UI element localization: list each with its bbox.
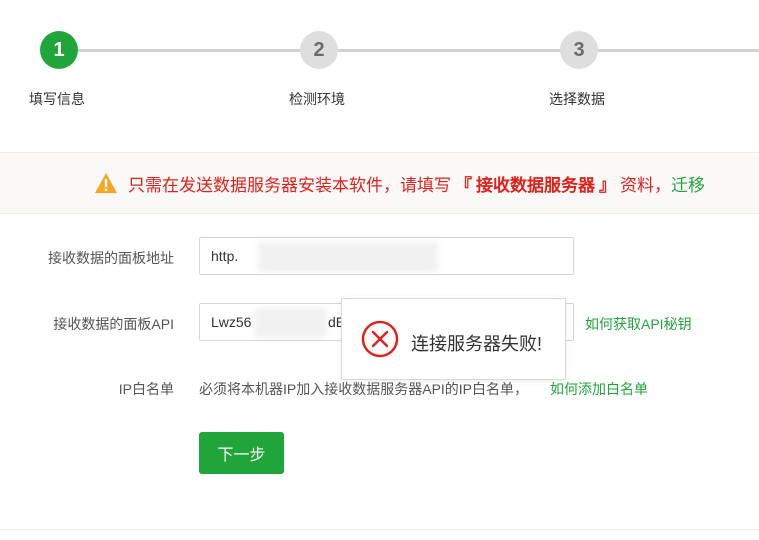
notice-emphasis: 接收数据服务器 — [476, 175, 595, 195]
ip-whitelist-hint: 必须将本机器IP加入接收数据服务器API的IP白名单， — [199, 381, 529, 397]
warning-icon — [95, 173, 117, 193]
step-1-label: 填写信息 — [29, 91, 85, 107]
add-whitelist-link[interactable]: 如何添加白名单 — [550, 379, 648, 399]
notice-text: 只需在发送数据服务器安装本软件，请填写 — [128, 175, 451, 195]
next-step-button[interactable]: 下一步 — [199, 432, 284, 474]
step-1-indicator: 1 — [40, 31, 78, 69]
divider — [0, 529, 759, 530]
error-circle-icon — [361, 320, 399, 358]
panel-api-label: 接收数据的面板API — [53, 316, 174, 332]
step-3-indicator: 3 — [560, 31, 598, 69]
step-3-label: 选择数据 — [549, 91, 605, 107]
notice-tail: 资料， — [620, 175, 671, 195]
panel-url-input[interactable]: http. — [199, 237, 574, 275]
redaction-mask — [255, 308, 327, 338]
step-connector — [78, 49, 300, 52]
step-progress: 1 2 3 填写信息 检测环境 选择数据 — [0, 0, 759, 130]
panel-api-value: Lwz56 — [211, 314, 252, 330]
step-connector — [338, 49, 560, 52]
error-toast: 连接服务器失败! — [341, 298, 566, 380]
panel-url-label: 接收数据的面板地址 — [48, 250, 174, 266]
step-connector — [598, 49, 759, 52]
notice-banner: 只需在发送数据服务器安装本软件，请填写 『 接收数据服务器 』 资料， 迁移 — [0, 152, 759, 214]
get-api-key-link[interactable]: 如何获取API秘钥 — [585, 314, 692, 334]
migrate-link[interactable]: 迁移 — [671, 171, 705, 196]
notice-bracket-close: 』 — [599, 175, 616, 195]
notice-bracket-open: 『 — [455, 175, 472, 195]
step-2-label: 检测环境 — [289, 91, 345, 107]
redaction-mask — [258, 242, 438, 272]
step-2-indicator: 2 — [300, 31, 338, 69]
panel-url-value: http. — [211, 248, 239, 264]
ip-whitelist-label: IP白名单 — [118, 381, 174, 397]
toast-message: 连接服务器失败! — [411, 334, 543, 354]
